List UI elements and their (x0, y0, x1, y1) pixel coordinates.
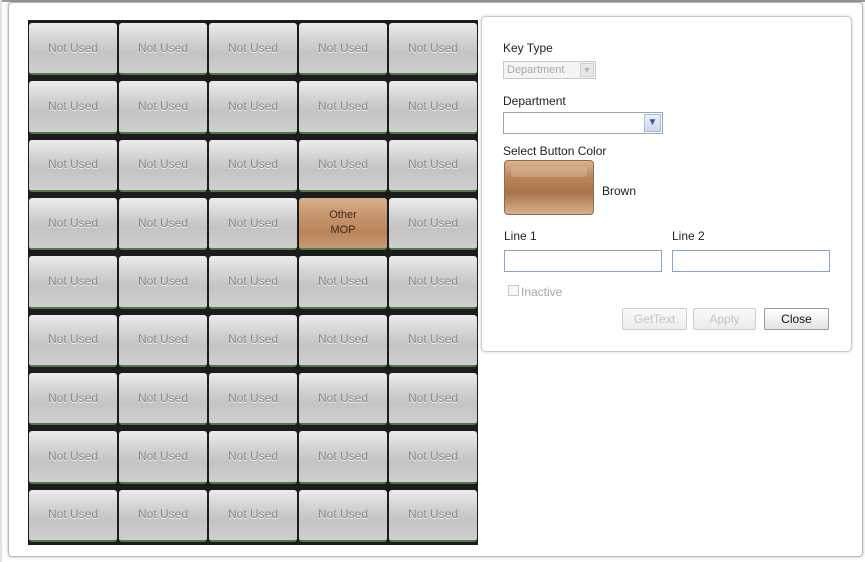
gettext-button[interactable]: GetText (622, 308, 687, 330)
keyboard-key[interactable]: Not Used (389, 197, 477, 251)
line2-input[interactable] (672, 250, 830, 272)
keyboard-key[interactable]: Not Used (119, 23, 207, 76)
keyboard-key[interactable]: Not Used (299, 23, 387, 76)
keyboard-key[interactable]: Not Used (119, 256, 207, 309)
department-label: Department (503, 94, 566, 108)
keyboard-key[interactable]: Not Used (389, 139, 477, 192)
keyboard-key[interactable]: Not Used (29, 431, 117, 484)
key-type-select: Department ▼ (503, 61, 596, 79)
keyboard-key[interactable]: Not Used (29, 197, 117, 251)
keyboard-key-grid: Not Used Not Used Not Used Not Used Not Used… (28, 20, 478, 545)
left-border (0, 0, 2, 562)
keyboard-key[interactable]: Not Used (389, 256, 477, 309)
keyboard-key[interactable]: Not Used (29, 256, 117, 309)
keyboard-key[interactable]: Not Used (209, 256, 297, 309)
key-type-value: Department (507, 64, 565, 76)
keyboard-key[interactable]: Not Used (209, 197, 297, 251)
keyboard-key[interactable]: Not Used (299, 81, 387, 134)
keyboard-key[interactable]: Not Used (389, 23, 477, 76)
inactive-checkbox[interactable] (508, 285, 519, 296)
department-select[interactable]: ▼ (503, 112, 663, 134)
keyboard-key[interactable]: Not Used (29, 23, 117, 76)
line1-label: Line 1 (504, 229, 537, 243)
key-properties-panel: Key Type Department ▼ Department ▼ Selec… (481, 16, 852, 352)
keyboard-key[interactable]: Not Used (389, 431, 477, 484)
keyboard-key[interactable]: Not Used (209, 372, 297, 426)
keyboard-key[interactable]: Not Used (209, 81, 297, 134)
button-color-swatch[interactable] (504, 160, 594, 215)
button-color-name: Brown (602, 184, 637, 198)
keyboard-key[interactable]: Not Used (209, 314, 297, 367)
keyboard-key[interactable]: Not Used (299, 489, 387, 542)
keyboard-key[interactable]: Not Used (389, 489, 477, 542)
keyboard-key[interactable]: Not Used (119, 489, 207, 542)
keyboard-key[interactable]: Not Used (209, 489, 297, 542)
keyboard-key[interactable]: Not Used (119, 372, 207, 426)
keyboard-key[interactable]: Not Used (299, 314, 387, 367)
inactive-label: Inactive (521, 285, 563, 299)
keyboard-key[interactable]: Not Used (119, 314, 207, 367)
select-button-color-label: Select Button Color (503, 144, 607, 158)
keyboard-key[interactable]: Not Used (29, 139, 117, 192)
line1-input[interactable] (504, 250, 662, 272)
swatch-highlight (511, 167, 587, 177)
keyboard-key[interactable]: Not Used (389, 314, 477, 367)
keyboard-key[interactable]: Not Used (119, 81, 207, 134)
keyboard-key[interactable]: Not Used (119, 197, 207, 251)
keyboard-key[interactable]: Not Used (299, 256, 387, 309)
keyboard-key[interactable]: Not Used (119, 139, 207, 192)
chevron-down-icon: ▼ (580, 63, 594, 77)
keyboard-key[interactable]: Not Used (389, 81, 477, 134)
keyboard-key[interactable]: Not Used (299, 139, 387, 192)
keyboard-key[interactable]: Not Used (29, 489, 117, 542)
keyboard-key[interactable]: Not Used (299, 372, 387, 426)
keyboard-key[interactable]: Not Used (209, 139, 297, 192)
keyboard-key[interactable]: Not Used (299, 431, 387, 484)
key-type-label: Key Type (503, 41, 553, 55)
keyboard-key[interactable]: Not Used (209, 23, 297, 76)
keyboard-key[interactable]: Not Used (389, 372, 477, 426)
chevron-down-icon[interactable]: ▼ (644, 114, 661, 132)
apply-button[interactable]: Apply (693, 308, 756, 330)
close-button[interactable]: Close (764, 308, 829, 330)
keyboard-key[interactable]: Not Used (119, 431, 207, 484)
keyboard-key[interactable]: Other MOP (299, 197, 387, 251)
keyboard-key[interactable]: Not Used (29, 372, 117, 426)
line2-label: Line 2 (672, 229, 705, 243)
keyboard-key[interactable]: Not Used (29, 81, 117, 134)
keyboard-key[interactable]: Not Used (209, 431, 297, 484)
keyboard-key[interactable]: Not Used (29, 314, 117, 367)
